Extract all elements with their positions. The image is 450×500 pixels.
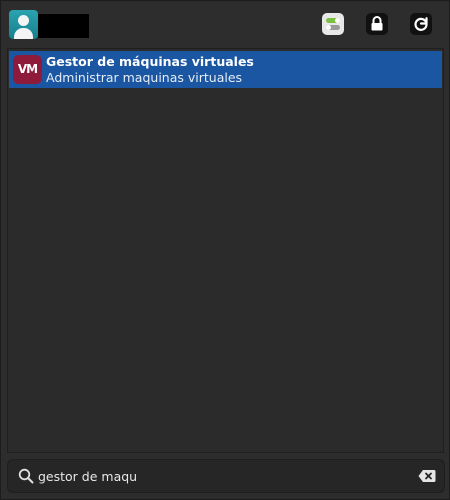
username-redacted	[38, 14, 89, 38]
lock-icon	[371, 16, 383, 31]
lock-screen-button[interactable]	[366, 13, 388, 35]
avatar-head-shape	[18, 15, 29, 26]
launcher-window: VM Gestor de máquinas virtuales Administ…	[0, 0, 450, 500]
refresh-icon	[414, 17, 428, 31]
header-bar	[1, 1, 450, 47]
clear-search-icon[interactable]	[418, 469, 436, 483]
search-input[interactable]	[38, 465, 408, 487]
virt-manager-app-icon: VM	[13, 55, 42, 84]
result-title: Gestor de máquinas virtuales	[46, 54, 254, 69]
search-icon	[18, 468, 34, 484]
settings-toggle-button[interactable]	[322, 13, 344, 35]
result-item-virt-manager[interactable]: VM Gestor de máquinas virtuales Administ…	[9, 51, 442, 88]
result-description: Administrar maquinas virtuales	[46, 70, 243, 85]
results-list[interactable]: VM Gestor de máquinas virtuales Administ…	[7, 48, 444, 453]
toggle-knob-off	[326, 25, 331, 30]
power-button[interactable]	[410, 13, 432, 35]
user-avatar[interactable]	[9, 10, 38, 39]
toggle-knob-on	[335, 18, 340, 23]
search-bar	[7, 459, 445, 493]
avatar-body-shape	[14, 28, 33, 39]
